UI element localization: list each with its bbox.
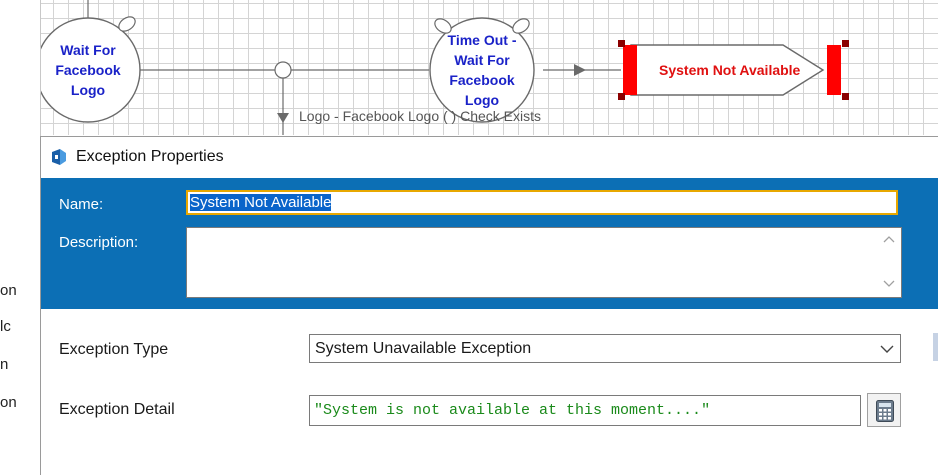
exception-properties-dialog: Exception Properties Name: System Not Av… [40, 136, 938, 475]
arrow-head-icon [574, 64, 586, 76]
left-panel-item[interactable]: on [0, 394, 17, 411]
selection-handle [618, 93, 625, 100]
wait-node-label[interactable]: Wait For Facebook Logo [41, 40, 135, 100]
exception-detail-label: Exception Detail [59, 401, 175, 418]
exception-bar-right [827, 45, 841, 95]
description-textarea[interactable] [186, 227, 902, 298]
link-label: Logo - Facebook Logo ( ) Check Exists [299, 108, 542, 124]
name-label: Name: [59, 196, 104, 213]
selection-handle [842, 93, 849, 100]
name-input-selection: System Not Available [190, 194, 332, 211]
timeout-node-label[interactable]: Time Out - Wait For Facebook Logo [435, 30, 529, 110]
left-panel-item[interactable]: on [0, 282, 17, 299]
exception-type-dropdown[interactable]: System Unavailable Exception [309, 334, 901, 363]
dialog-header-band: Name: System Not Available Description: [41, 178, 938, 309]
name-input[interactable]: System Not Available [186, 190, 898, 215]
side-panel-edge [933, 333, 938, 361]
expression-editor-button[interactable] [867, 393, 901, 427]
app-icon [50, 148, 68, 171]
calculator-icon [876, 400, 894, 422]
dialog-title: Exception Properties [76, 148, 224, 165]
exception-type-label: Exception Type [59, 341, 169, 358]
description-scrollbar[interactable] [877, 228, 901, 297]
dialog-titlebar[interactable]: Exception Properties [41, 137, 938, 177]
exception-detail-input[interactable]: "System is not available at this moment.… [309, 395, 861, 426]
selection-handle [842, 40, 849, 47]
exception-node-label[interactable]: System Not Available [659, 62, 800, 78]
process-canvas[interactable]: Wait For Facebook Logo Time Out - Wait F… [41, 0, 938, 135]
exception-bar-left [623, 45, 637, 95]
scroll-up-icon [883, 236, 895, 243]
description-label: Description: [59, 234, 139, 251]
arrow-head-icon [277, 113, 289, 123]
left-panel-item[interactable]: n [0, 356, 8, 373]
junction-node [274, 61, 292, 79]
chevron-down-icon[interactable] [880, 345, 894, 354]
scroll-down-icon [883, 280, 895, 287]
left-panel-item[interactable]: lc [0, 318, 11, 335]
selection-handle [618, 40, 625, 47]
left-panel: on lc n on [0, 0, 41, 474]
exception-type-value: System Unavailable Exception [315, 340, 532, 357]
